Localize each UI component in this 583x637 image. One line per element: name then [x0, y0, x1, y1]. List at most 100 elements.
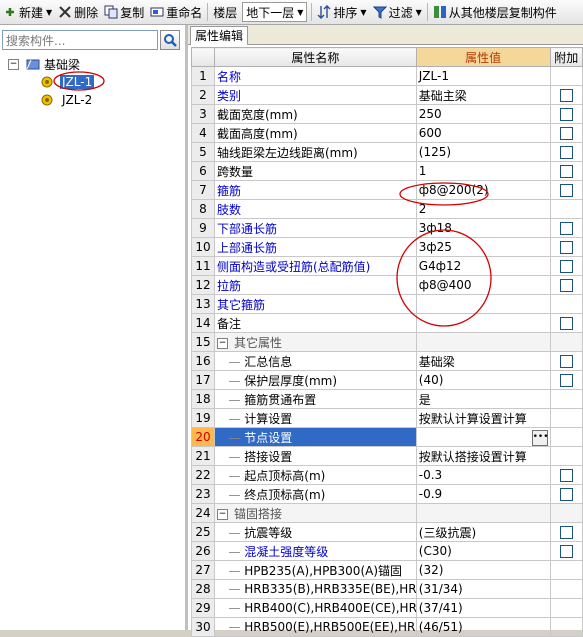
table-row[interactable]: 2 类别 基础主梁 [191, 85, 583, 105]
collapse-icon[interactable]: − [217, 337, 228, 349]
table-row[interactable]: 23 — 终点顶标高(m) -0.9 [191, 484, 583, 504]
additional-cell[interactable] [549, 427, 583, 447]
property-value-cell[interactable]: (C30) [415, 541, 551, 561]
additional-cell[interactable] [549, 85, 583, 105]
search-button[interactable] [160, 30, 180, 50]
property-value-cell[interactable]: 1 [415, 161, 551, 181]
additional-cell[interactable] [549, 503, 583, 523]
additional-checkbox[interactable] [559, 260, 573, 273]
property-name-cell[interactable]: — HRB335(B),HRB335E(BE),HRBF [214, 579, 417, 599]
table-row[interactable]: 11 侧面构造或受扭筋(总配筋值) G4ф12 [191, 256, 583, 276]
table-row[interactable]: 7 箍筋 ф8@200(2) [191, 180, 583, 200]
property-name-cell[interactable]: 名称 [214, 66, 417, 86]
table-group-row[interactable]: 15− 其它属性 [191, 332, 583, 352]
property-name-cell[interactable]: — 终点顶标高(m) [214, 484, 417, 504]
property-name-cell[interactable]: 上部通长筋 [214, 237, 417, 257]
property-value-cell[interactable]: 是 [415, 389, 551, 409]
additional-cell[interactable] [549, 313, 583, 333]
table-row[interactable]: 29 — HRB400(C),HRB400E(CE),HRBF (37/41) [191, 598, 583, 618]
property-value-cell[interactable]: (125) [415, 142, 551, 162]
additional-cell[interactable] [549, 142, 583, 162]
table-row[interactable]: 14 备注 [191, 313, 583, 333]
table-row[interactable]: 12 拉筋 ф8@400 [191, 275, 583, 295]
table-row[interactable]: 3 截面宽度(mm) 250 [191, 104, 583, 124]
additional-cell[interactable] [549, 104, 583, 124]
additional-checkbox[interactable] [559, 355, 573, 368]
table-row[interactable]: 5 轴线距梁左边线距离(mm) (125) [191, 142, 583, 162]
additional-checkbox[interactable] [559, 488, 573, 501]
additional-cell[interactable] [549, 180, 583, 200]
additional-cell[interactable] [549, 294, 583, 314]
property-name-cell[interactable]: 拉筋 [214, 275, 417, 295]
property-value-cell[interactable]: (40) [415, 370, 551, 390]
additional-cell[interactable] [549, 237, 583, 257]
copy-button[interactable]: 复制 [101, 1, 147, 23]
additional-cell[interactable] [549, 256, 583, 276]
property-name-cell[interactable]: — 节点设置 [214, 427, 417, 447]
delete-button[interactable]: 删除 [55, 1, 101, 23]
table-row[interactable]: 16 — 汇总信息 基础梁 [191, 351, 583, 371]
additional-cell[interactable] [549, 560, 583, 580]
additional-cell[interactable] [549, 389, 583, 409]
table-row[interactable]: 30 — HRB500(E),HRB500E(EE),HRBF (46/51) [191, 617, 583, 637]
property-name-cell[interactable]: 肢数 [214, 199, 417, 219]
additional-cell[interactable] [549, 617, 583, 637]
additional-cell[interactable] [549, 199, 583, 219]
additional-checkbox[interactable] [559, 222, 573, 235]
additional-cell[interactable] [549, 275, 583, 295]
additional-cell[interactable] [549, 484, 583, 504]
copy-from-floor-button[interactable]: 从其他楼层复制构件 [430, 1, 560, 23]
property-value-cell[interactable]: 基础主梁 [415, 85, 551, 105]
additional-cell[interactable] [549, 541, 583, 561]
property-name-cell[interactable]: — 起点顶标高(m) [214, 465, 417, 485]
property-value-cell[interactable]: JZL-1 [415, 66, 551, 86]
additional-checkbox[interactable] [559, 241, 573, 254]
additional-checkbox[interactable] [559, 526, 573, 539]
additional-cell[interactable] [549, 218, 583, 238]
property-name-cell[interactable]: 箍筋 [214, 180, 417, 200]
property-name-cell[interactable]: — HPB235(A),HPB300(A)锚固 [214, 560, 417, 580]
property-name-cell[interactable]: 备注 [214, 313, 417, 333]
table-row[interactable]: 28 — HRB335(B),HRB335E(BE),HRBF (31/34) [191, 579, 583, 599]
property-value-cell[interactable]: (37/41) [415, 598, 551, 618]
property-value-cell[interactable]: -0.3 [415, 465, 551, 485]
tree-item-jzl-2[interactable]: JZL-2 [40, 91, 94, 109]
table-row[interactable]: 18 — 箍筋贯通布置是 [191, 389, 583, 409]
property-name-cell[interactable]: 截面宽度(mm) [214, 104, 417, 124]
property-name-cell[interactable]: 截面高度(mm) [214, 123, 417, 143]
table-row[interactable]: 20 — 节点设置 ••• [191, 427, 583, 447]
property-name-cell[interactable]: 轴线距梁左边线距离(mm) [214, 142, 417, 162]
table-row[interactable]: 17 — 保护层厚度(mm) (40) [191, 370, 583, 390]
additional-checkbox[interactable] [559, 317, 573, 330]
property-name-cell[interactable]: — 计算设置 [214, 408, 417, 428]
table-row[interactable]: 9 下部通长筋 3ф18 [191, 218, 583, 238]
table-row[interactable]: 22 — 起点顶标高(m) -0.3 [191, 465, 583, 485]
filter-button[interactable]: 过滤 ▼ [370, 1, 425, 23]
additional-cell[interactable] [549, 522, 583, 542]
property-value-cell[interactable]: (31/34) [415, 579, 551, 599]
additional-checkbox[interactable] [559, 469, 573, 482]
additional-checkbox[interactable] [559, 374, 573, 387]
table-row[interactable]: 27 — HPB235(A),HPB300(A)锚固 (32) [191, 560, 583, 580]
additional-cell[interactable] [549, 123, 583, 143]
table-row[interactable]: 25 — 抗震等级 (三级抗震) [191, 522, 583, 542]
property-name-cell[interactable]: — 保护层厚度(mm) [214, 370, 417, 390]
property-name-cell[interactable]: — 汇总信息 [214, 351, 417, 371]
additional-cell[interactable] [549, 332, 583, 352]
property-name-cell[interactable]: − 其它属性 [214, 332, 417, 352]
additional-checkbox[interactable] [559, 279, 573, 292]
table-row[interactable]: 19 — 计算设置 按默认计算设置计算 [191, 408, 583, 428]
header-property-name[interactable]: 属性名称 [214, 47, 417, 67]
table-row[interactable]: 21 — 搭接设置 按默认搭接设置计算 [191, 446, 583, 466]
additional-cell[interactable] [549, 161, 583, 181]
table-row[interactable]: 4 截面高度(mm) 600 [191, 123, 583, 143]
property-name-cell[interactable]: — 混凝土强度等级 [214, 541, 417, 561]
property-value-cell[interactable]: 600 [415, 123, 551, 143]
sort-button[interactable]: 排序 ▼ [314, 1, 369, 23]
table-group-row[interactable]: 24− 锚固搭接 [191, 503, 583, 523]
additional-cell[interactable] [549, 351, 583, 371]
additional-cell[interactable] [549, 579, 583, 599]
property-name-cell[interactable]: — HRB500(E),HRB500E(EE),HRBF [214, 617, 417, 637]
floor-select[interactable]: 地下一层 ▼ [242, 2, 308, 22]
property-name-cell[interactable]: — 抗震等级 [214, 522, 417, 542]
